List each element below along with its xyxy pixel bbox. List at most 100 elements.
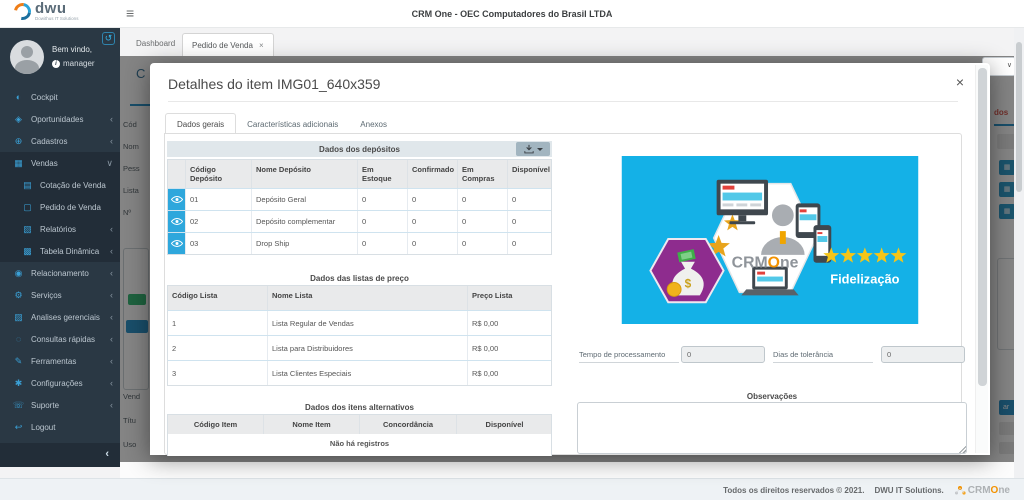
processing-time-label: Tempo de processamento bbox=[579, 350, 679, 363]
sidebar-item-label: Pedido de Venda bbox=[40, 203, 107, 212]
modal-scrollbar-thumb[interactable] bbox=[978, 68, 987, 386]
close-modal-icon[interactable]: × bbox=[956, 74, 964, 90]
sidebar-item-analises-gerenciais[interactable]: ▨ Analises gerenciais ‹ bbox=[0, 306, 120, 328]
empty-table-message: Não há registros bbox=[168, 434, 551, 456]
alt-items-title: Dados dos itens alternativos bbox=[167, 403, 552, 412]
refresh-icon[interactable]: ↺ bbox=[102, 32, 115, 45]
view-deposit-button[interactable] bbox=[168, 233, 186, 254]
chevron-left-icon: ‹ bbox=[110, 356, 113, 366]
tab-caracteristicas-adicionais[interactable]: Características adicionais bbox=[236, 114, 349, 135]
sidebar-item-ferramentas[interactable]: ✎ Ferramentas ‹ bbox=[0, 350, 120, 372]
footer-company: DWU IT Solutions. bbox=[874, 486, 943, 495]
table-row: 03 Drop Ship 0 0 0 0 bbox=[168, 232, 551, 254]
table-icon: ▩ bbox=[21, 246, 34, 257]
export-button[interactable] bbox=[516, 142, 550, 156]
sidebar-item-oportunidades[interactable]: ◈ Oportunidades ‹ bbox=[0, 108, 120, 130]
sidebar-item-label: Tabela Dinâmica bbox=[40, 247, 104, 256]
gear-icon: ✱ bbox=[12, 378, 25, 389]
sidebar-item-cadastros[interactable]: ⊕ Cadastros ‹ bbox=[0, 130, 120, 152]
crmone-logo-icon bbox=[954, 485, 966, 496]
sidebar-item-logout[interactable]: ↩ Logout bbox=[0, 416, 120, 438]
sidebar-item-label: Oportunidades bbox=[31, 115, 104, 124]
footer-rights: Todos os direitos reservados © 2021. bbox=[723, 486, 864, 495]
user-row: i manager bbox=[52, 59, 95, 68]
chevron-left-icon: ‹ bbox=[110, 378, 113, 388]
sidebar-item-cockpit[interactable]: ◐ Cockpit bbox=[0, 86, 120, 108]
info-icon: i bbox=[52, 60, 60, 68]
app-title: CRM One - OEC Computadores do Brasil LTD… bbox=[0, 9, 1024, 19]
image-caption: Fidelização bbox=[830, 271, 899, 286]
sidebar-footer: ‹ bbox=[0, 443, 120, 467]
tab-pedido-de-venda[interactable]: Pedido de Venda × bbox=[182, 33, 274, 56]
quote-icon: ▤ bbox=[21, 180, 34, 191]
collapse-sidebar-icon[interactable]: ‹ bbox=[105, 448, 109, 460]
sidebar-item-cotacao-de-venda[interactable]: ▤ Cotação de Venda bbox=[0, 174, 120, 196]
analytics-icon: ▨ bbox=[12, 312, 25, 323]
alt-items-table: Código Item Nome Item Concordância Dispo… bbox=[167, 414, 552, 456]
cockpit-icon: ◐ bbox=[12, 92, 25, 102]
sidebar-item-label: Configurações bbox=[31, 379, 104, 388]
report-icon: ▧ bbox=[21, 224, 34, 235]
table-row: 1 Lista Regular de Vendas R$ 0,00 bbox=[168, 310, 551, 335]
vendas-submenu: ▤ Cotação de Venda ▢ Pedido de Venda ▧ R… bbox=[0, 174, 120, 262]
deposits-title: Dados dos depósitos bbox=[319, 145, 400, 154]
sidebar-item-label: Vendas bbox=[31, 159, 100, 168]
sidebar-item-label: Analises gerenciais bbox=[31, 313, 104, 322]
sales-icon: ▦ bbox=[12, 158, 25, 169]
chevron-down-icon: ∨ bbox=[106, 158, 113, 169]
sidebar-item-label: Serviços bbox=[31, 291, 104, 300]
username: manager bbox=[63, 59, 95, 68]
chevron-left-icon: ‹ bbox=[110, 268, 113, 278]
sidebar-item-label: Relatórios bbox=[40, 225, 104, 234]
deposits-table-header: Código Depósito Nome Depósito Em Estoque… bbox=[168, 160, 551, 188]
processing-time-input[interactable] bbox=[681, 346, 765, 363]
relationship-icon: ◉ bbox=[12, 268, 25, 279]
tolerance-days-label: Dias de tolerância bbox=[773, 350, 873, 363]
eye-icon bbox=[171, 217, 183, 226]
page-scrollbar[interactable] bbox=[1014, 28, 1024, 478]
table-row: 01 Depósito Geral 0 0 0 0 bbox=[168, 188, 551, 210]
alt-items-table-header: Código Item Nome Item Concordância Dispo… bbox=[168, 415, 551, 434]
sidebar-item-relatorios[interactable]: ▧ Relatórios ‹ bbox=[0, 218, 120, 240]
observations-textarea[interactable] bbox=[577, 402, 967, 454]
price-lists-table: Código Lista Nome Lista Preço Lista 1 Li… bbox=[167, 285, 552, 386]
sidebar-item-tabela-dinamica[interactable]: ▩ Tabela Dinâmica ‹ bbox=[0, 240, 120, 262]
view-deposit-button[interactable] bbox=[168, 189, 186, 210]
sidebar-item-configuracoes[interactable]: ✱ Configurações ‹ bbox=[0, 372, 120, 394]
item-image: CRMOne $ Fidelização bbox=[621, 156, 919, 324]
textarea-resize-handle[interactable] bbox=[958, 445, 966, 453]
sidebar-item-consultas-rapidas[interactable]: ◌ Consultas rápidas ‹ bbox=[0, 328, 120, 350]
sidebar: ↺ Bem vindo, i manager ◐ Cockpit ◈ Oport… bbox=[0, 28, 120, 467]
modal-tabs: Dados gerais Características adicionais … bbox=[165, 112, 398, 135]
eye-icon bbox=[171, 195, 183, 204]
services-icon: ⚙ bbox=[12, 290, 25, 301]
table-row: 2 Lista para Distribuidores R$ 0,00 bbox=[168, 335, 551, 360]
sidebar-item-pedido-de-venda[interactable]: ▢ Pedido de Venda bbox=[0, 196, 120, 218]
app-window: dwu Dowithus IT Solutions ≡ CRM One - OE… bbox=[0, 0, 1024, 500]
sidebar-item-servicos[interactable]: ⚙ Serviços ‹ bbox=[0, 284, 120, 306]
sidebar-item-label: Logout bbox=[31, 423, 107, 432]
sidebar-item-relacionamento[interactable]: ◉ Relacionamento ‹ bbox=[0, 262, 120, 284]
crmone-logo: CRMOne bbox=[954, 485, 1010, 496]
vendas-section: ▦ Vendas ∨ ▤ Cotação de Venda ▢ Pedido d… bbox=[0, 152, 120, 262]
chevron-left-icon: ‹ bbox=[110, 334, 113, 344]
chevron-left-icon: ‹ bbox=[110, 224, 113, 234]
table-row: 3 Lista Clientes Especiais R$ 0,00 bbox=[168, 360, 551, 385]
sidebar-menu: ◐ Cockpit ◈ Oportunidades ‹ ⊕ Cadastros … bbox=[0, 86, 120, 438]
welcome-text: Bem vindo, bbox=[52, 45, 92, 54]
close-tab-icon[interactable]: × bbox=[259, 41, 264, 50]
page-scrollbar-thumb[interactable] bbox=[1016, 42, 1022, 192]
caret-down-icon bbox=[537, 148, 543, 151]
tolerance-days-input[interactable] bbox=[881, 346, 965, 363]
download-icon bbox=[524, 144, 534, 154]
view-deposit-button[interactable] bbox=[168, 211, 186, 232]
deposits-header-bar: Dados dos depósitos bbox=[167, 141, 552, 157]
tab-anexos[interactable]: Anexos bbox=[349, 114, 398, 135]
sidebar-item-vendas[interactable]: ▦ Vendas ∨ bbox=[0, 152, 120, 174]
sidebar-item-label: Cotação de Venda bbox=[40, 181, 107, 190]
tab-dashboard[interactable]: Dashboard bbox=[128, 35, 183, 52]
modal-scrollbar[interactable] bbox=[975, 65, 988, 453]
sidebar-item-suporte[interactable]: ☏ Suporte ‹ bbox=[0, 394, 120, 416]
chevron-left-icon: ‹ bbox=[110, 290, 113, 300]
chevron-down-icon: ∨ bbox=[1007, 61, 1012, 69]
